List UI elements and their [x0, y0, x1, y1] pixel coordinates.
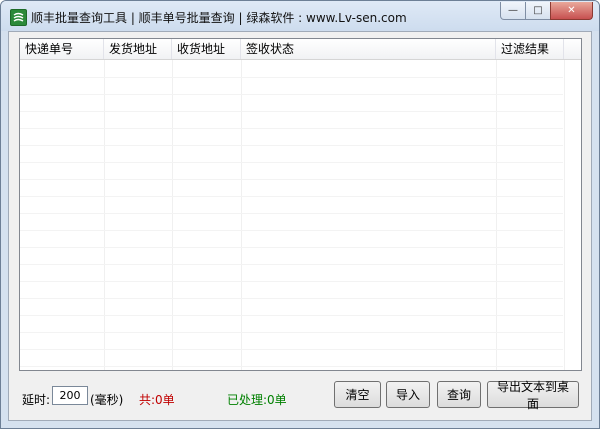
delay-unit-label: (毫秒)	[90, 393, 124, 407]
export-to-desktop-button[interactable]: 导出文本到桌面	[487, 380, 579, 411]
row-line	[20, 196, 563, 197]
row-line	[20, 94, 563, 95]
delay-label: 延时:	[22, 393, 51, 407]
row-line	[20, 179, 563, 180]
bottom-controls: 延时: (毫秒) 共:0单 已处理:0单 清空 导入 查询 导出文本到桌面	[9, 377, 591, 417]
grid-line	[172, 60, 173, 370]
title-bar[interactable]: 顺丰批量查询工具 | 顺丰单号批量查询 | 绿森软件 : www.Lv-sen.…	[1, 1, 599, 31]
table-header: 快递单号 发货地址 收货地址 签收状态 过滤结果	[20, 39, 581, 60]
delay-input[interactable]	[52, 386, 88, 405]
column-tracking-number[interactable]: 快递单号	[20, 39, 104, 59]
column-sender-address[interactable]: 发货地址	[104, 39, 172, 59]
grid-line	[104, 60, 105, 370]
client-area: 快递单号 发货地址 收货地址 签收状态 过滤结果 延时: (毫秒) 共:0单 已…	[8, 31, 592, 421]
minimize-button[interactable]: —	[500, 2, 526, 20]
row-line	[20, 247, 563, 248]
row-line	[20, 298, 563, 299]
row-line	[20, 77, 563, 78]
row-line	[20, 128, 563, 129]
row-line	[20, 145, 563, 146]
minimize-icon: —	[508, 5, 518, 16]
caption-buttons: — □ ✕	[500, 2, 593, 20]
column-filler	[564, 39, 581, 59]
processed-count-label: 已处理:0单	[227, 393, 287, 407]
table-body[interactable]	[20, 60, 581, 370]
app-window: 顺丰批量查询工具 | 顺丰单号批量查询 | 绿森软件 : www.Lv-sen.…	[0, 0, 600, 429]
row-line	[20, 315, 563, 316]
grid-line	[496, 60, 497, 370]
row-line	[20, 264, 563, 265]
row-line	[20, 230, 563, 231]
app-logo-icon	[10, 9, 27, 26]
maximize-button[interactable]: □	[525, 2, 551, 20]
row-line	[20, 332, 563, 333]
column-sign-status[interactable]: 签收状态	[241, 39, 496, 59]
maximize-icon: □	[533, 5, 543, 16]
total-count-label: 共:0单	[139, 393, 175, 407]
row-line	[20, 162, 563, 163]
column-receiver-address[interactable]: 收货地址	[172, 39, 241, 59]
row-line	[20, 213, 563, 214]
close-button[interactable]: ✕	[550, 2, 593, 20]
row-line	[20, 349, 563, 350]
row-line	[20, 366, 563, 367]
results-table[interactable]: 快递单号 发货地址 收货地址 签收状态 过滤结果	[19, 38, 582, 371]
query-button[interactable]: 查询	[437, 381, 481, 408]
import-button[interactable]: 导入	[386, 381, 430, 408]
close-icon: ✕	[567, 5, 576, 16]
grid-line	[564, 60, 565, 370]
window-title: 顺丰批量查询工具 | 顺丰单号批量查询 | 绿森软件 : www.Lv-sen.…	[31, 11, 407, 25]
row-line	[20, 281, 563, 282]
column-filter-result[interactable]: 过滤结果	[496, 39, 564, 59]
row-line	[20, 111, 563, 112]
clear-button[interactable]: 清空	[334, 381, 381, 408]
grid-line	[241, 60, 242, 370]
